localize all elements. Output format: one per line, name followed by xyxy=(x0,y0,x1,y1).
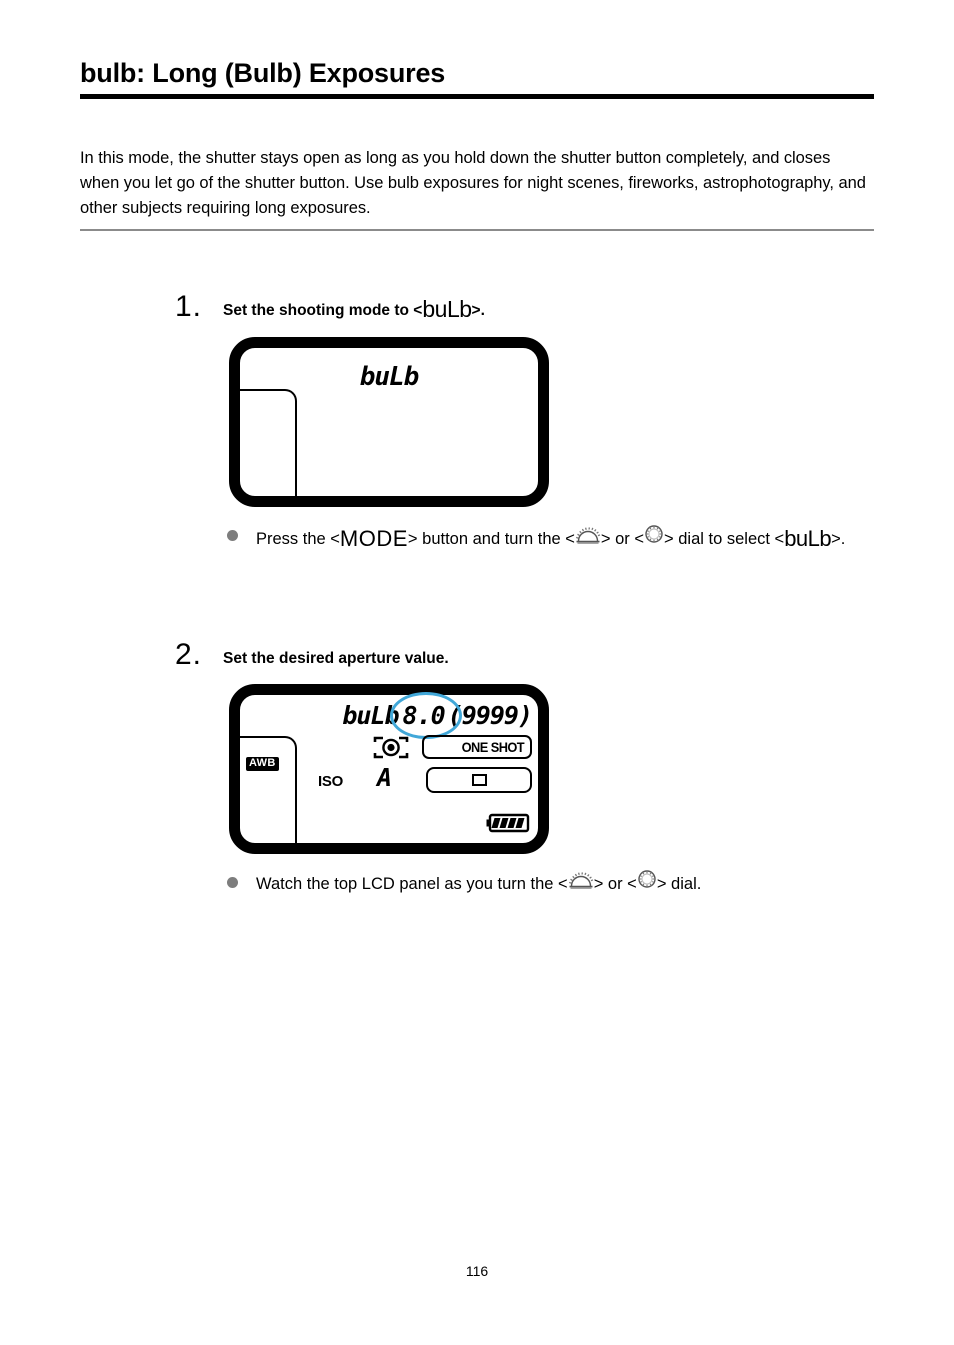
lcd-top-row: buLb 8.0 (9999) xyxy=(282,692,533,739)
title-divider xyxy=(80,94,874,100)
quick-control-dial-icon xyxy=(637,869,657,898)
af-mode-label: ONE SHOT xyxy=(461,739,525,755)
bullet-1-part2: > button and turn the < xyxy=(407,529,575,548)
step-1-heading: 1. Set the shooting mode to <buLb>. xyxy=(175,292,875,323)
aperture-text: 8.0 xyxy=(402,701,446,730)
step-1-title-prefix: Set the shooting mode to < xyxy=(223,302,423,319)
intro-divider xyxy=(80,229,874,231)
battery-full-icon xyxy=(486,813,532,833)
step-1-bullet: Press the <MODE> button and turn the < > … xyxy=(227,523,875,554)
step-1-title-suffix: >. xyxy=(471,302,485,319)
bullet-dot-icon xyxy=(227,529,238,541)
intro-section: In this mode, the shutter stays open as … xyxy=(80,146,874,231)
lcd-mode-display: buLb xyxy=(359,361,420,392)
evaluative-metering-icon xyxy=(373,735,409,760)
mode-button-label: MODE xyxy=(339,525,408,551)
page-title: bulb: Long (Bulb) Exposures xyxy=(80,58,446,88)
step-2-number: 2. xyxy=(175,638,203,671)
step-1-lcd-illustration: buLb xyxy=(229,336,875,507)
step-1-bullet-text: Press the <MODE> button and turn the < > … xyxy=(256,523,845,554)
bullet-2-part2: > or < xyxy=(593,875,637,893)
step-2-bullet-text: Watch the top LCD panel as you turn the … xyxy=(256,870,701,899)
step-2: 2. Set the desired aperture value. buLb 8… xyxy=(175,640,875,899)
bullet-1-part1: Press the < xyxy=(256,529,340,548)
drive-mode-box xyxy=(426,767,532,793)
intro-paragraph: In this mode, the shutter stays open as … xyxy=(80,149,866,217)
bullet-1-part4: > dial to select < xyxy=(664,529,785,548)
iso-label: ISO xyxy=(318,773,343,790)
quick-control-dial-icon xyxy=(644,524,664,553)
step-2-bullet: Watch the top LCD panel as you turn the … xyxy=(227,870,875,899)
bulb-mode-label: buLb xyxy=(784,525,832,551)
step-1-title: Set the shooting mode to <buLb>. xyxy=(223,294,485,322)
lcd-shots-remaining: (9999) xyxy=(447,701,533,730)
step-1-number: 1. xyxy=(175,290,203,323)
af-mode-box: ONE SHOT xyxy=(422,735,532,759)
step-2-title: Set the desired aperture value. xyxy=(223,650,449,667)
iso-value: A xyxy=(377,763,392,792)
main-dial-icon xyxy=(575,524,601,553)
bullet-2-part3: > dial. xyxy=(656,875,702,893)
main-dial-icon xyxy=(568,869,594,898)
lcd-aperture-value: 8.0 xyxy=(389,692,462,739)
step-1: 1. Set the shooting mode to <buLb>. buLb… xyxy=(175,292,875,554)
bullet-1-part5: >. xyxy=(831,529,846,548)
lcd-subpanel-outline xyxy=(239,388,297,497)
lcd-subpanel-outline xyxy=(239,736,297,844)
step-1-title-mode: buLb xyxy=(422,296,472,322)
manual-page: bulb: Long (Bulb) Exposures In this mode… xyxy=(0,0,954,1345)
single-shooting-icon xyxy=(471,774,487,786)
bullet-2-part1: Watch the top LCD panel as you turn the … xyxy=(256,875,568,893)
lcd-mode-display: buLb xyxy=(342,701,399,730)
step-2-lcd-illustration: buLb 8.0 (9999) AWB ISO A ONE SHOT xyxy=(229,684,875,854)
page-header: bulb: Long (Bulb) Exposures xyxy=(80,58,874,100)
top-lcd-panel-1: buLb xyxy=(229,336,549,507)
page-number: 116 xyxy=(465,1263,489,1279)
bullet-dot-icon xyxy=(227,877,238,888)
bullet-1-part3: > or < xyxy=(600,529,645,548)
white-balance-badge: AWB xyxy=(246,757,279,771)
step-2-heading: 2. Set the desired aperture value. xyxy=(175,640,875,670)
top-lcd-panel-2: buLb 8.0 (9999) AWB ISO A ONE SHOT xyxy=(229,684,549,854)
